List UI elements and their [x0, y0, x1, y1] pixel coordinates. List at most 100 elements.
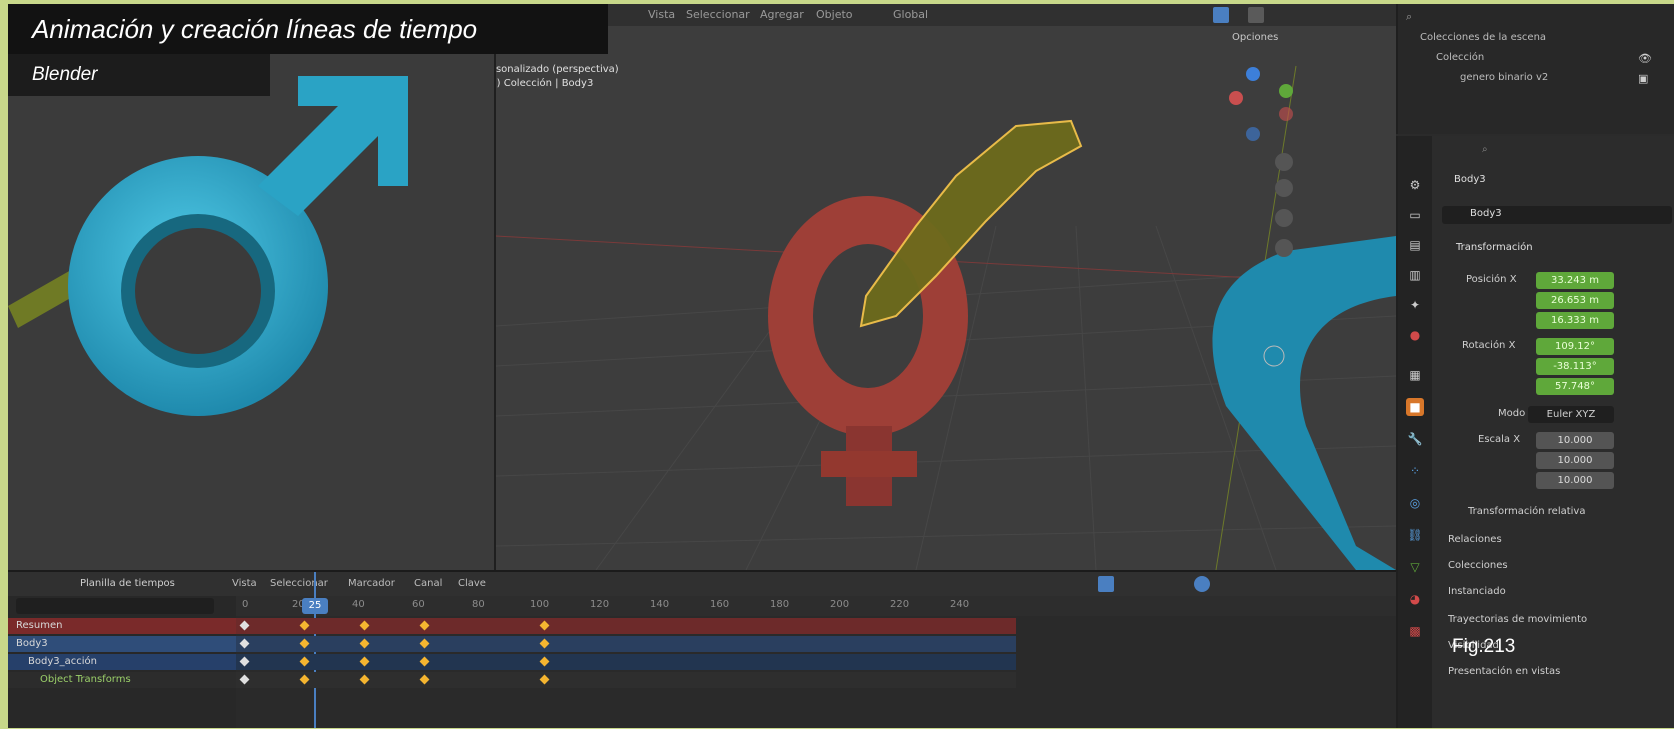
rotation-z-field[interactable]: 57.748° [1536, 378, 1614, 395]
tick-label: 200 [830, 599, 850, 610]
object-tab-icon[interactable]: ■ [1406, 398, 1424, 416]
main-viewport[interactable]: Personalizado (perspectiva) (25) Colecci… [496, 26, 1396, 570]
frame-ruler[interactable]: 0 20 40 60 80 100 120 140 160 180 200 22… [236, 596, 1396, 616]
title-text: Animación y creación líneas de tiempo [32, 14, 478, 44]
hand-pan-icon [1275, 179, 1293, 197]
tl-menu-vista[interactable]: Vista [232, 578, 257, 589]
scene-collection-label[interactable]: Colecciones de la escena [1420, 32, 1546, 43]
texture-tab-icon[interactable]: ▩ [1406, 622, 1424, 640]
rotation-label: Rotación X [1462, 340, 1516, 351]
section-relations[interactable]: Relaciones [1448, 534, 1502, 545]
transforms-track[interactable] [236, 672, 1016, 688]
camera-icon[interactable]: ▣ [1638, 72, 1648, 85]
camera-view-icon [1275, 209, 1293, 227]
world-tab-icon[interactable]: ● [1406, 326, 1424, 344]
menu-seleccionar[interactable]: Seleccionar [686, 8, 750, 21]
location-z-field[interactable]: 16.333 m [1536, 312, 1614, 329]
tick-label: 120 [590, 599, 610, 610]
tl-menu-marcador[interactable]: Marcador [348, 578, 395, 589]
channel-object[interactable]: Body3 [8, 636, 236, 652]
collection-tab-icon[interactable]: ▦ [1406, 366, 1424, 384]
constraints-tab-icon[interactable]: ⛓ [1406, 526, 1424, 544]
tick-label: 180 [770, 599, 790, 610]
section-collections[interactable]: Colecciones [1448, 560, 1508, 571]
render-tab-icon[interactable]: ▭ [1406, 206, 1424, 224]
shading-material-icon[interactable] [1248, 7, 1264, 23]
section-motion-paths[interactable]: Trayectorias de movimiento [1448, 614, 1587, 625]
subtitle-text: Blender [32, 64, 98, 85]
location-x-field[interactable]: 33.243 m [1536, 272, 1614, 289]
data-name-text: Body3 [1470, 208, 1502, 219]
blender-window: Vista Seleccionar Agregar Objeto Global [8, 4, 1674, 728]
channel-transforms[interactable]: Object Transforms [8, 672, 236, 688]
channel-search-input[interactable] [16, 598, 214, 614]
scene-tab-icon[interactable]: ✦ [1406, 296, 1424, 314]
tick-label: 100 [530, 599, 550, 610]
physics-tab-icon[interactable]: ◎ [1406, 494, 1424, 512]
dope-sheet[interactable]: Planilla de tiempos Vista Seleccionar Ma… [8, 570, 1396, 728]
menu-agregar[interactable]: Agregar [760, 8, 804, 21]
transform-header[interactable]: Transformación [1456, 242, 1533, 253]
summary-track[interactable] [236, 618, 1016, 634]
properties-search-icon[interactable]: ⌕ [1482, 144, 1488, 155]
figure-label: Fig.213 [1452, 636, 1516, 657]
tick-label: 140 [650, 599, 670, 610]
options-dropdown[interactable]: Opciones [1232, 32, 1278, 43]
male-symbol-render [8, 76, 408, 416]
viewport-info-object: (25) Colección | Body3 [496, 78, 594, 89]
only-selected-icon[interactable] [1098, 576, 1114, 592]
scale-x-field[interactable]: 10.000 [1536, 432, 1614, 449]
menu-vista[interactable]: Vista [648, 8, 675, 21]
proportional-edit-icon[interactable] [1194, 576, 1210, 592]
viewport-info-mode: Personalizado (perspectiva) [496, 64, 619, 75]
grid-toggle-icon [1275, 239, 1293, 257]
transform-orientation-select[interactable]: Global [893, 8, 928, 21]
properties-panel: ⚙ ▭ ▤ ▥ ✦ ● ▦ ■ 🔧 ⁘ ◎ ⛓ ▽ ◕ ▩ ⌕ Body3 Bo… [1396, 136, 1674, 728]
editor-type-label[interactable]: Planilla de tiempos [80, 578, 175, 589]
rotation-mode-select[interactable]: Euler XYZ [1528, 406, 1614, 423]
particles-tab-icon[interactable]: ⁘ [1406, 462, 1424, 480]
rotation-x-field[interactable]: 109.12° [1536, 338, 1614, 355]
menu-objeto[interactable]: Objeto [816, 8, 853, 21]
location-y-field[interactable]: 26.653 m [1536, 292, 1614, 309]
scene-render [496, 65, 1396, 570]
tick-label: 40 [352, 599, 365, 610]
outliner-search-icon[interactable]: ⌕ [1406, 10, 1412, 24]
tl-menu-clave[interactable]: Clave [458, 578, 486, 589]
scale-y-field[interactable]: 10.000 [1536, 452, 1614, 469]
action-track[interactable] [236, 654, 1016, 670]
tick-label: 240 [950, 599, 970, 610]
channel-summary[interactable]: Resumen [8, 618, 236, 634]
dope-sheet-header: Planilla de tiempos Vista Seleccionar Ma… [8, 572, 1396, 596]
scale-z-field[interactable]: 10.000 [1536, 472, 1614, 489]
subtitle-banner: Blender [8, 54, 270, 96]
material-tab-icon[interactable]: ◕ [1406, 590, 1424, 608]
tool-tab-icon[interactable]: ⚙ [1406, 176, 1424, 194]
left-viewport[interactable] [8, 26, 496, 570]
view-layer-tab-icon[interactable]: ▥ [1406, 266, 1424, 284]
current-frame-indicator[interactable]: 25 [302, 598, 328, 614]
object-item[interactable]: genero binario v2 [1460, 72, 1548, 83]
object-track[interactable] [236, 636, 1016, 652]
tick-label: 0 [242, 599, 249, 610]
location-label: Posición X [1466, 274, 1517, 285]
section-delta-transform[interactable]: Transformación relativa [1468, 506, 1585, 517]
channel-action[interactable]: Body3_acción [8, 654, 236, 670]
output-tab-icon[interactable]: ▤ [1406, 236, 1424, 254]
object-name: Body3 [1454, 174, 1486, 185]
eye-icon[interactable]: 👁 [1638, 52, 1652, 65]
zoom-icon [1275, 153, 1293, 171]
tick-label: 60 [412, 599, 425, 610]
tl-menu-canal[interactable]: Canal [414, 578, 442, 589]
tl-menu-seleccionar[interactable]: Seleccionar [270, 578, 328, 589]
shading-solid-icon[interactable] [1213, 7, 1229, 23]
data-tab-icon[interactable]: ▽ [1406, 558, 1424, 576]
object-name-field[interactable]: Body3 [1442, 206, 1672, 224]
section-instancing[interactable]: Instanciado [1448, 586, 1506, 597]
section-viewport-display[interactable]: Presentación en vistas [1448, 666, 1560, 677]
scale-label: Escala X [1478, 434, 1521, 445]
modifiers-tab-icon[interactable]: 🔧 [1406, 430, 1424, 448]
rotation-y-field[interactable]: -38.113° [1536, 358, 1614, 375]
properties-tabs: ⚙ ▭ ▤ ▥ ✦ ● ▦ ■ 🔧 ⁘ ◎ ⛓ ▽ ◕ ▩ [1398, 136, 1432, 728]
collection-item[interactable]: Colección [1436, 52, 1484, 63]
